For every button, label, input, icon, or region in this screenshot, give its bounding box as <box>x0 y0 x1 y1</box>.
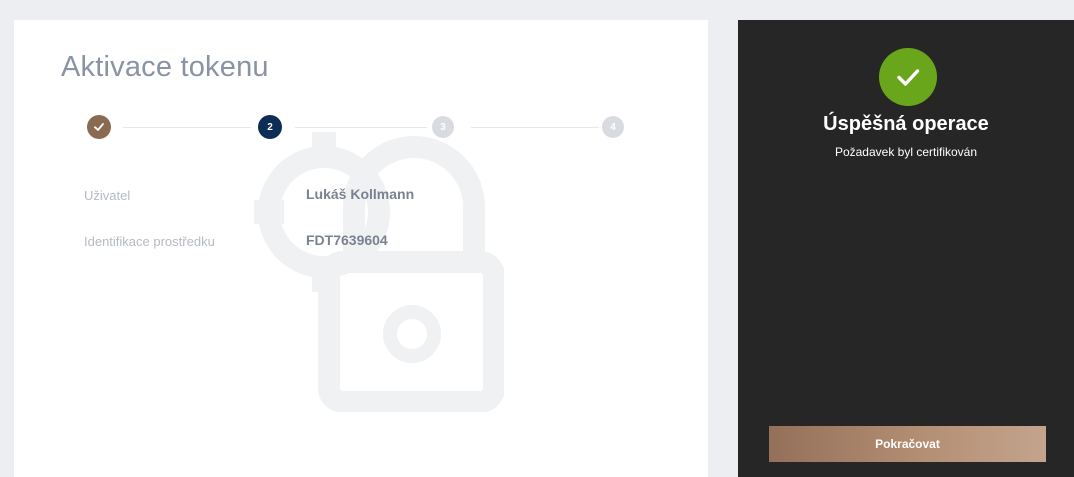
step-1-completed <box>87 115 111 139</box>
field-row-token-id: Identifikace prostředku FDT7639604 <box>84 232 684 252</box>
check-icon <box>94 123 104 131</box>
field-value-token-id: FDT7639604 <box>306 232 388 248</box>
field-label-user: Uživatel <box>84 188 131 203</box>
field-row-user: Uživatel Lukáš Kollmann <box>84 186 684 206</box>
stepper-connector <box>123 127 251 128</box>
check-icon <box>897 69 920 86</box>
stepper-connector <box>295 127 427 128</box>
step-4-pending: 4 <box>602 116 624 138</box>
success-badge <box>879 48 937 106</box>
result-panel: Úspěšná operace Požadavek byl certifikov… <box>738 20 1074 477</box>
gear-lock-watermark-icon <box>254 132 504 412</box>
continue-button[interactable]: Pokračovat <box>769 426 1046 462</box>
step-2-active: 2 <box>258 115 282 139</box>
progress-stepper: 2 3 4 <box>87 115 627 141</box>
result-title: Úspěšná operace <box>823 113 989 135</box>
result-message: Požadavek byl certifikován <box>834 145 978 159</box>
token-activation-card: Aktivace tokenu 2 3 4 Uživatel Lukáš Kol… <box>14 20 708 477</box>
stepper-connector <box>471 127 599 128</box>
step-3-pending: 3 <box>432 116 454 138</box>
field-value-user: Lukáš Kollmann <box>306 186 415 202</box>
field-label-token-id: Identifikace prostředku <box>84 234 215 249</box>
page-title: Aktivace tokenu <box>61 51 269 83</box>
